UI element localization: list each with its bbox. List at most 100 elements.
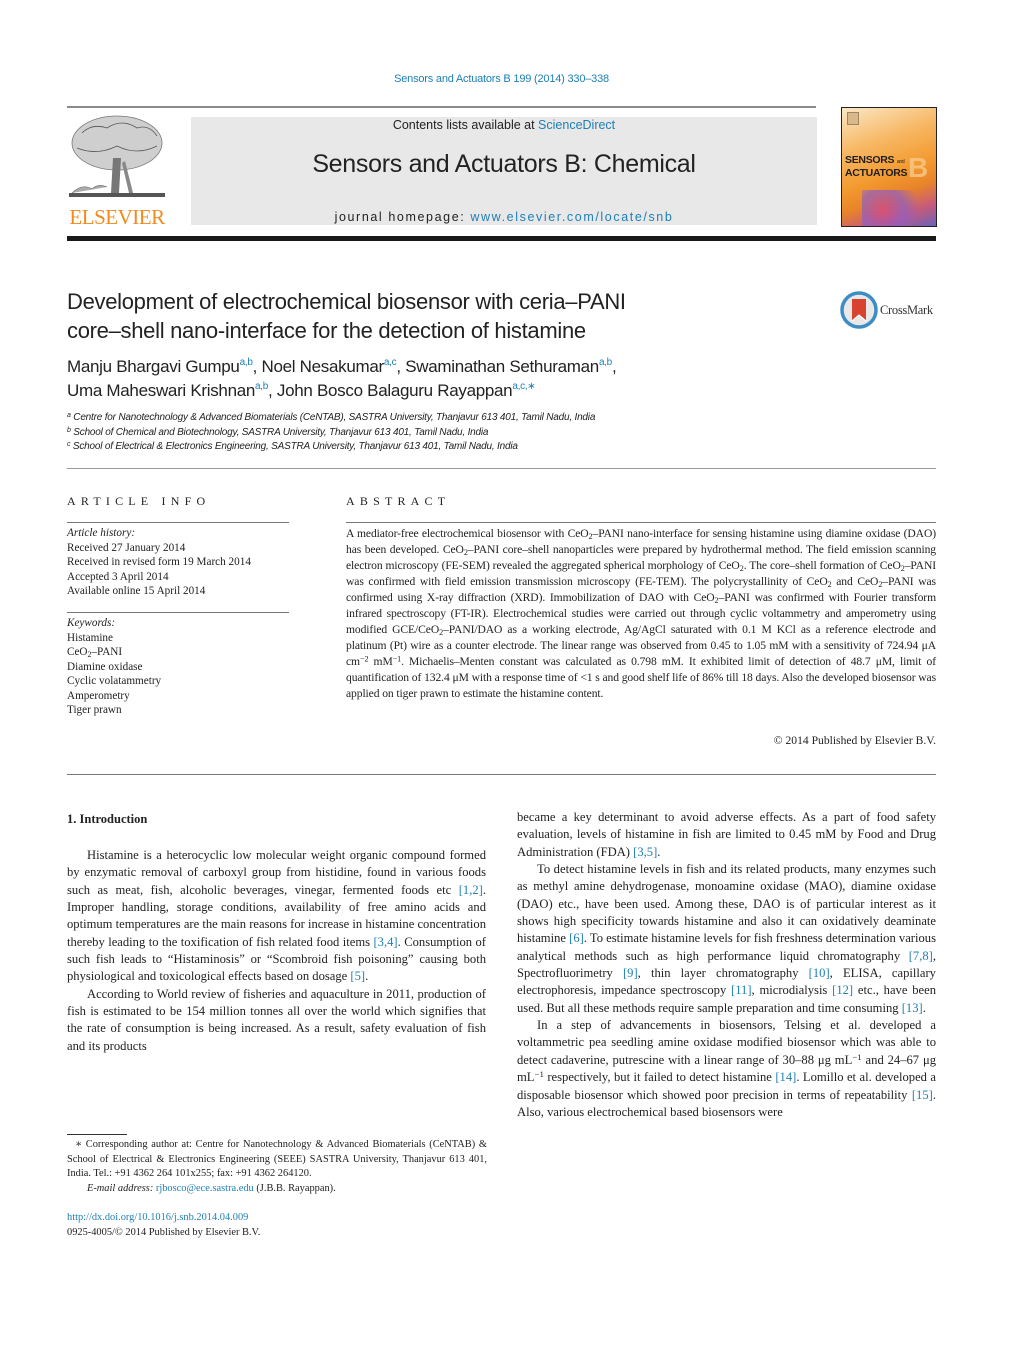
keyword-item: Tiger prawn	[67, 704, 122, 716]
citation-link[interactable]: [6]	[569, 931, 584, 945]
copyright-line: © 2014 Published by Elsevier B.V.	[773, 734, 936, 747]
paragraph: In a step of advancements in biosensors,…	[517, 1017, 936, 1121]
citation-link[interactable]: [15]	[912, 1088, 933, 1102]
email-label: E-mail address:	[87, 1182, 156, 1194]
article-title: Development of electrochemical biosensor…	[67, 287, 787, 345]
citation-link[interactable]: [5]	[350, 969, 365, 983]
keywords: Keywords: Histamine CeO2–PANI Diamine ox…	[67, 616, 297, 718]
text-seg: respectively, but it failed to detect hi…	[543, 1070, 776, 1085]
corresponding-text: ∗ Corresponding author at: Centre for Na…	[67, 1139, 487, 1180]
author-separator: ,	[268, 381, 277, 400]
abstract-seg: . Michaelis–Menten constant was calculat…	[346, 655, 936, 701]
text-seg: Histamine is a heterocyclic low molecula…	[67, 848, 486, 897]
affiliation-key: b	[67, 426, 71, 434]
citation-link[interactable]: [3,4]	[373, 935, 397, 949]
article-info-heading: ARTICLE INFO	[67, 494, 211, 508]
affiliation-item: c School of Electrical & Electronics Eng…	[67, 440, 867, 455]
text-seg: .	[657, 844, 661, 859]
title-line-1: Development of electrochemical biosensor…	[67, 289, 626, 314]
history-item: Received in revised form 19 March 2014	[67, 556, 251, 568]
header-top-rule	[67, 106, 816, 108]
abstract-seg: mM	[368, 655, 393, 669]
email-suffix: (J.B.B. Rayappan).	[253, 1182, 336, 1194]
cover-and: and	[896, 159, 905, 165]
abstract-seg: and CeO	[831, 575, 879, 589]
author-affil-mark[interactable]: a,c	[384, 357, 397, 368]
divider	[67, 612, 289, 613]
citation-link[interactable]: [7,8]	[909, 949, 933, 963]
citation-link[interactable]: [13]	[902, 1001, 923, 1015]
keyword-item: Cyclic volatammetry	[67, 675, 162, 687]
author-name[interactable]: Swaminathan Sethuraman	[405, 357, 599, 376]
affiliation-item: b School of Chemical and Biotechnology, …	[67, 426, 867, 441]
citation-link[interactable]: [10]	[809, 966, 830, 980]
paragraph: Histamine is a heterocyclic low molecula…	[67, 847, 486, 986]
keyword-item: CeO2–PANI	[67, 646, 123, 659]
doi-link[interactable]: http://dx.doi.org/10.1016/j.snb.2014.04.…	[67, 1212, 248, 1223]
author-affil-mark[interactable]: a,b	[599, 357, 612, 368]
homepage-prefix: journal homepage:	[334, 210, 471, 224]
section-heading-introduction: 1. Introduction	[67, 812, 148, 826]
citation-link[interactable]: [3,5]	[633, 845, 657, 859]
author-name[interactable]: John Bosco Balaguru Rayappan	[277, 381, 513, 400]
email-link[interactable]: rjbosco@ece.sastra.edu	[156, 1183, 254, 1194]
author-separator: ,	[396, 357, 406, 376]
header-thick-rule	[67, 236, 936, 241]
affiliation-text: Centre for Nanotechnology & Advanced Bio…	[73, 412, 596, 423]
cover-elsevier-mini-icon	[847, 112, 859, 125]
journal-homepage-link[interactable]: www.elsevier.com/locate/snb	[470, 210, 673, 224]
superscript: −1	[852, 1051, 862, 1062]
author-affil-mark[interactable]: a,c,∗	[512, 381, 535, 392]
sciencedirect-link[interactable]: ScienceDirect	[538, 118, 615, 132]
affiliation-text: School of Electrical & Electronics Engin…	[72, 441, 518, 452]
citation-link[interactable]: [12]	[832, 983, 853, 997]
text-seg: , microdialysis	[751, 983, 833, 998]
contents-prefix: Contents lists available at	[392, 118, 539, 132]
crossmark-label[interactable]: CrossMark	[880, 303, 933, 318]
cover-title: SENSORS and ACTUATORS	[845, 154, 908, 179]
affiliation-text: School of Chemical and Biotechnology, SA…	[73, 426, 489, 438]
affiliation-key: a	[67, 412, 71, 419]
citation-link[interactable]: [11]	[731, 983, 752, 997]
cover-letter: B	[908, 152, 929, 183]
superscript: −1	[534, 1069, 544, 1080]
keywords-label: Keywords:	[67, 617, 116, 629]
affiliation-item: a Centre for Nanotechnology & Advanced B…	[67, 411, 867, 426]
cover-line1: SENSORS	[845, 154, 895, 166]
citation-link[interactable]: [14]	[775, 1070, 796, 1084]
doi-block: http://dx.doi.org/10.1016/j.snb.2014.04.…	[67, 1211, 260, 1240]
text-seg: .	[922, 1000, 926, 1015]
cover-line2: ACTUATORS	[845, 167, 908, 179]
abstract-seg: A mediator-free electrochemical biosenso…	[346, 527, 589, 540]
author-name[interactable]: Noel Nesakumar	[261, 357, 384, 376]
affiliation-list: a Centre for Nanotechnology & Advanced B…	[67, 411, 867, 455]
footnote-rule	[67, 1134, 127, 1135]
keyword-item: Amperometry	[67, 689, 130, 702]
divider	[67, 522, 289, 523]
text-seg: .	[365, 969, 369, 984]
abstract-seg: . The core–shell formation of CeO	[743, 559, 901, 573]
citation-link[interactable]: [9]	[623, 966, 638, 980]
author-separator: ,	[611, 357, 617, 376]
corresponding-author-footnote: ∗ Corresponding author at: Centre for Na…	[67, 1138, 487, 1196]
keyword-item: Histamine	[67, 631, 113, 644]
abstract-heading: ABSTRACT	[346, 494, 451, 508]
author-affil-mark[interactable]: a,b	[240, 357, 253, 368]
journal-title: Sensors and Actuators B: Chemical	[312, 150, 696, 178]
affiliation-key: c	[67, 441, 71, 448]
citation-link[interactable]: [1,2]	[459, 883, 483, 897]
homepage-line: journal homepage: www.elsevier.com/locat…	[191, 210, 817, 224]
elsevier-logo-text: ELSEVIER	[69, 205, 165, 229]
journal-reference-link[interactable]: Sensors and Actuators B 199 (2014) 330–3…	[0, 73, 1003, 85]
body-column-right: became a key determinant to avoid advers…	[517, 809, 936, 1121]
author-name[interactable]: Manju Bhargavi Gumpu	[67, 357, 240, 376]
divider	[67, 774, 936, 775]
superscript: −1	[392, 654, 402, 664]
paragraph: According to World review of fisheries a…	[67, 986, 486, 1053]
author-affil-mark[interactable]: a,b	[255, 381, 268, 392]
author-name[interactable]: Uma Maheswari Krishnan	[67, 381, 255, 400]
cover-art	[862, 190, 932, 226]
crossmark-icon	[840, 291, 878, 329]
author-list: Manju Bhargavi Gumpua,b, Noel Nesakumara…	[67, 355, 827, 403]
title-line-2: core–shell nano-interface for the detect…	[67, 318, 586, 343]
